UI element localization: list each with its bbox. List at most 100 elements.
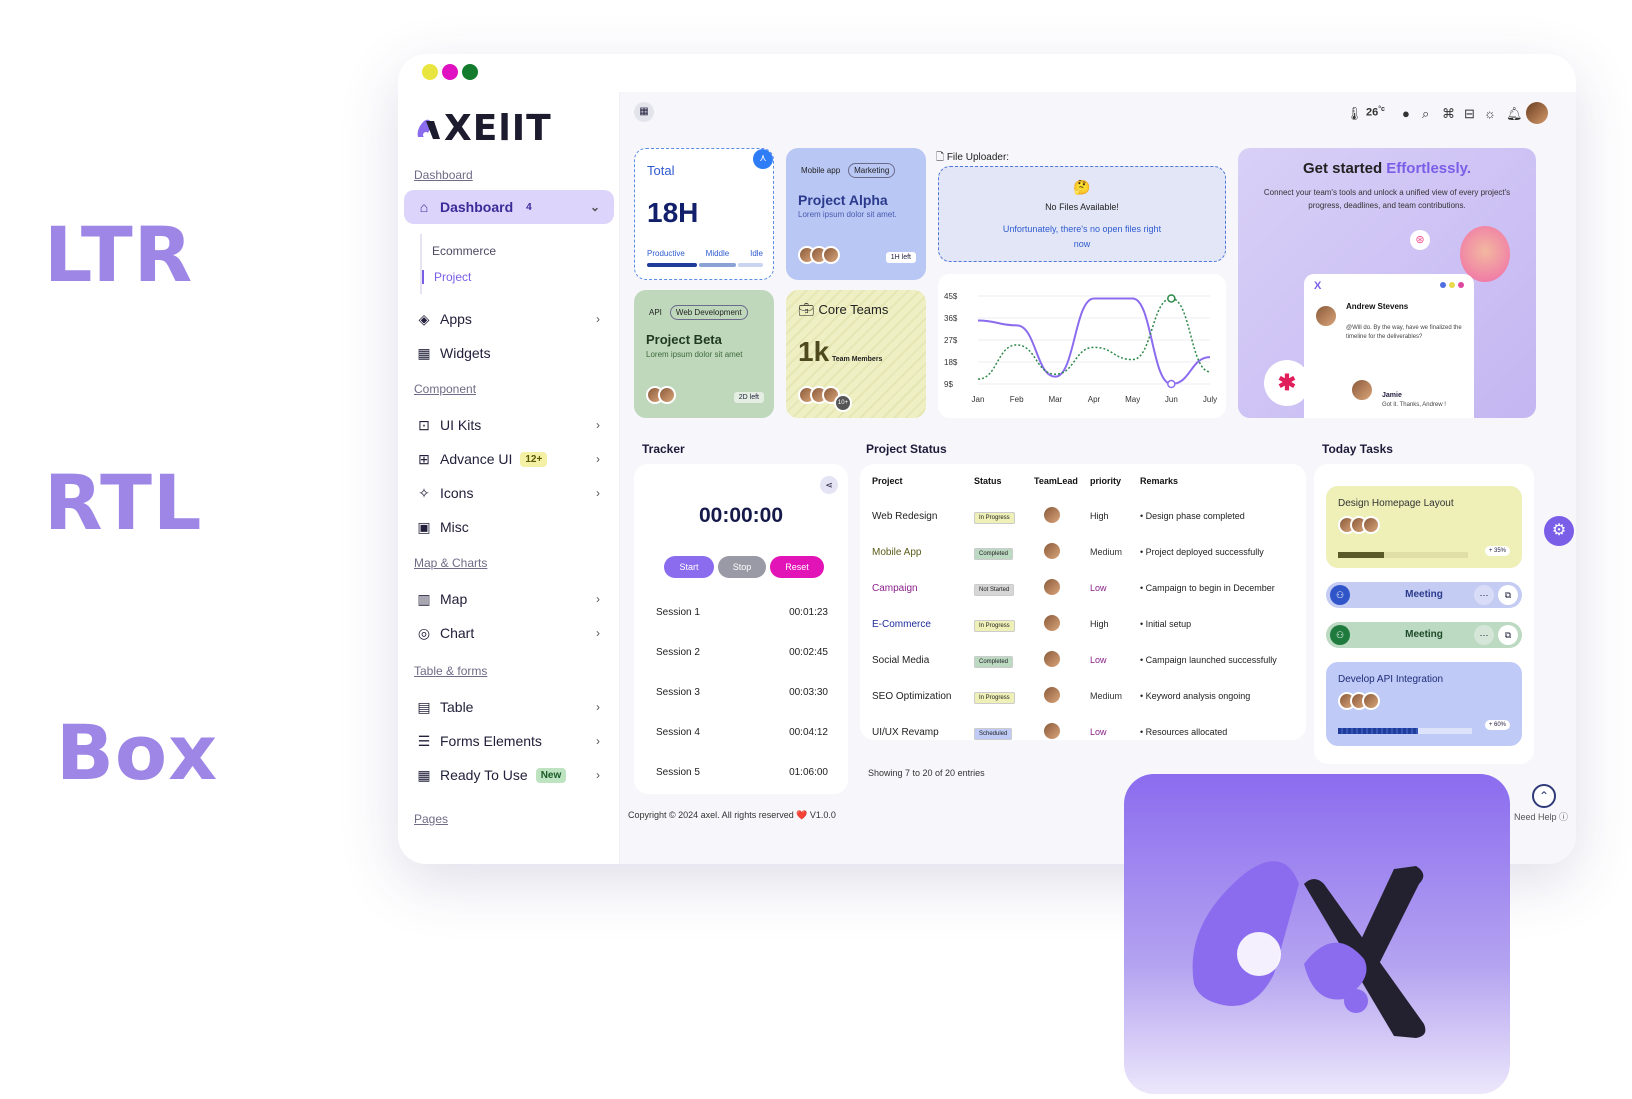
window-dot-yellow[interactable] (422, 64, 438, 80)
rtl-label: RTL (44, 458, 202, 547)
session-name: Session 5 (656, 767, 700, 778)
thermometer-icon: 🌡 (1346, 106, 1363, 122)
footer-copyright: Copyright © 2024 axel. All rights reserv… (628, 810, 836, 821)
promo-title: Get started Effortlessly. (1238, 160, 1536, 177)
table-row[interactable]: SEO Optimization In Progress Medium • Ke… (872, 678, 1294, 714)
col-remarks[interactable]: Remarks (1140, 476, 1294, 498)
form-icon: ☰ (416, 733, 432, 749)
chevron-right-icon: › (596, 592, 600, 606)
table-row[interactable]: Campaign Not Started Low • Campaign to b… (872, 570, 1294, 606)
scroll-top-icon[interactable]: ⌃ (1532, 784, 1556, 808)
sidebar-item-ready[interactable]: ▦Ready To UseNew› (404, 758, 614, 792)
file-uploader-dropzone[interactable]: 🤔 No Files Available! Unfortunately, the… (938, 166, 1226, 262)
reset-button[interactable]: Reset (770, 556, 824, 578)
project-beta-card[interactable]: APIWeb Development Project Beta Lorem ip… (634, 290, 774, 418)
table-row[interactable]: Mobile App Completed Medium • Project de… (872, 534, 1294, 570)
session-item[interactable]: Session 100:01:23 (646, 596, 838, 628)
copy-icon[interactable]: ⧉ (1498, 625, 1518, 645)
sidebar-item-table[interactable]: ▤Table› (404, 690, 614, 724)
slack-icon: ✱ (1264, 360, 1310, 406)
layers-icon: ◈ (416, 311, 432, 327)
stop-button[interactable]: Stop (718, 556, 766, 578)
promo-desc: Connect your team's tools and unlock a u… (1262, 186, 1512, 212)
sidebar-item-advance-ui[interactable]: ⊞Advance UI12+› (404, 442, 614, 476)
session-item[interactable]: Session 501:06:00 (646, 756, 838, 788)
project-alpha-card[interactable]: Mobile appMarketing Project Alpha Lorem … (786, 148, 926, 280)
settings-icon[interactable]: ⚙ (1544, 516, 1574, 546)
table-row[interactable]: Social Media Completed Low • Campaign la… (872, 642, 1294, 678)
session-item[interactable]: Session 200:02:45 (646, 636, 838, 668)
meeting-card-1[interactable]: ⚇ Meeting ⋯ ⧉ (1326, 582, 1522, 608)
share-icon[interactable]: ⋖ (820, 476, 838, 494)
sidebar-item-label: UI Kits (440, 417, 481, 433)
task-card-design[interactable]: Design Homepage Layout + 35% (1326, 486, 1522, 568)
logo[interactable]: XElIT (414, 108, 552, 149)
flag-icon[interactable]: ● (1402, 106, 1410, 121)
sidebar-item-chart[interactable]: ◎Chart› (404, 616, 614, 650)
sidebar-item-icons[interactable]: ✧Icons› (404, 476, 614, 510)
grid-icon: ▦ (416, 345, 432, 361)
window-dot-green[interactable] (462, 64, 478, 80)
table-row[interactable]: UI/UX Revamp Scheduled Low • Resources a… (872, 714, 1294, 750)
promo-card: Get started Effortlessly. Connect your t… (1238, 148, 1536, 418)
sidebar-item-apps[interactable]: ◈Apps› (404, 302, 614, 336)
sidebar-item-ui-kits[interactable]: ⊡UI Kits› (404, 408, 614, 442)
col-priority[interactable]: priority (1090, 476, 1140, 498)
project-status-title: Project Status (866, 442, 947, 456)
apps-grid-icon[interactable]: ▦ (634, 102, 654, 122)
task-card-api[interactable]: Develop API Integration + 60% (1326, 662, 1522, 746)
chevron-right-icon: › (596, 700, 600, 714)
cell-teamlead (1034, 606, 1090, 642)
cart-icon[interactable]: ⊟ (1464, 106, 1475, 122)
col-project[interactable]: Project (872, 476, 974, 498)
sidebar-item-map[interactable]: ▥Map› (404, 582, 614, 616)
task-progress-fill (1338, 552, 1384, 558)
search-icon[interactable]: ⌕ (1422, 106, 1429, 122)
sidebar-sub-ecommerce[interactable]: Ecommerce (422, 244, 496, 258)
core-teams-card[interactable]: 💼︎Core Teams 1k Team Members 10+ (786, 290, 926, 418)
task-pct: + 35% (1485, 546, 1510, 556)
teamlead-avatar (1044, 507, 1060, 523)
footer-help[interactable]: Need Help ⓘ (1514, 810, 1568, 823)
col-status[interactable]: Status (974, 476, 1034, 498)
cell-remarks: • Campaign launched successfully (1140, 642, 1294, 678)
sidebar-item-forms[interactable]: ☰Forms Elements› (404, 724, 614, 758)
chat-name: Andrew Stevens (1346, 302, 1408, 311)
table-row[interactable]: E-Commerce In Progress High • Initial se… (872, 606, 1294, 642)
y-tick-label: 45$ (944, 292, 958, 301)
book-icon: ▣ (416, 519, 432, 535)
sidebar-item-dashboard[interactable]: ⌂ Dashboard 4 ⌄ (404, 190, 614, 224)
command-icon[interactable]: ⌘ (1442, 106, 1455, 122)
avatar[interactable] (1526, 102, 1548, 124)
data-point[interactable] (1168, 295, 1175, 302)
sidebar-item-label: Dashboard (440, 199, 513, 215)
bell-icon[interactable]: 🔔︎ (1506, 106, 1523, 122)
more-icon[interactable]: ⋯ (1474, 585, 1494, 605)
cell-project: Social Media (872, 642, 974, 678)
chevron-right-icon: › (596, 626, 600, 640)
x-tick-label: Jun (1165, 395, 1178, 404)
sidebar-item-label: Misc (440, 519, 469, 535)
no-files-msg: Unfortunately, there's no open files rig… (1002, 222, 1162, 252)
lock-icon: ⊞ (416, 451, 432, 467)
status-badge: Scheduled (974, 728, 1012, 740)
meeting-card-2[interactable]: ⚇ Meeting ⋯ ⧉ (1326, 622, 1522, 648)
start-button[interactable]: Start (664, 556, 714, 578)
sidebar-item-misc[interactable]: ▣ Misc (404, 510, 614, 544)
data-point[interactable] (1168, 381, 1175, 388)
session-item[interactable]: Session 400:04:12 (646, 716, 838, 748)
table-row[interactable]: Web Redesign In Progress High • Design p… (872, 498, 1294, 534)
cell-teamlead (1034, 534, 1090, 570)
window-dot-magenta[interactable] (442, 64, 458, 80)
chart-badge-icon[interactable]: ⋏ (753, 149, 773, 169)
copy-icon[interactable]: ⧉ (1498, 585, 1518, 605)
cell-priority: Low (1090, 642, 1140, 678)
sidebar-item-label: Widgets (440, 345, 491, 361)
sidebar-sub-project[interactable]: Project (422, 270, 471, 284)
cell-priority: High (1090, 606, 1140, 642)
more-icon[interactable]: ⋯ (1474, 625, 1494, 645)
sun-icon[interactable]: ☼ (1484, 106, 1496, 121)
col-teamlead[interactable]: TeamLead (1034, 476, 1090, 498)
session-item[interactable]: Session 300:03:30 (646, 676, 838, 708)
sidebar-item-widgets[interactable]: ▦ Widgets (404, 336, 614, 370)
